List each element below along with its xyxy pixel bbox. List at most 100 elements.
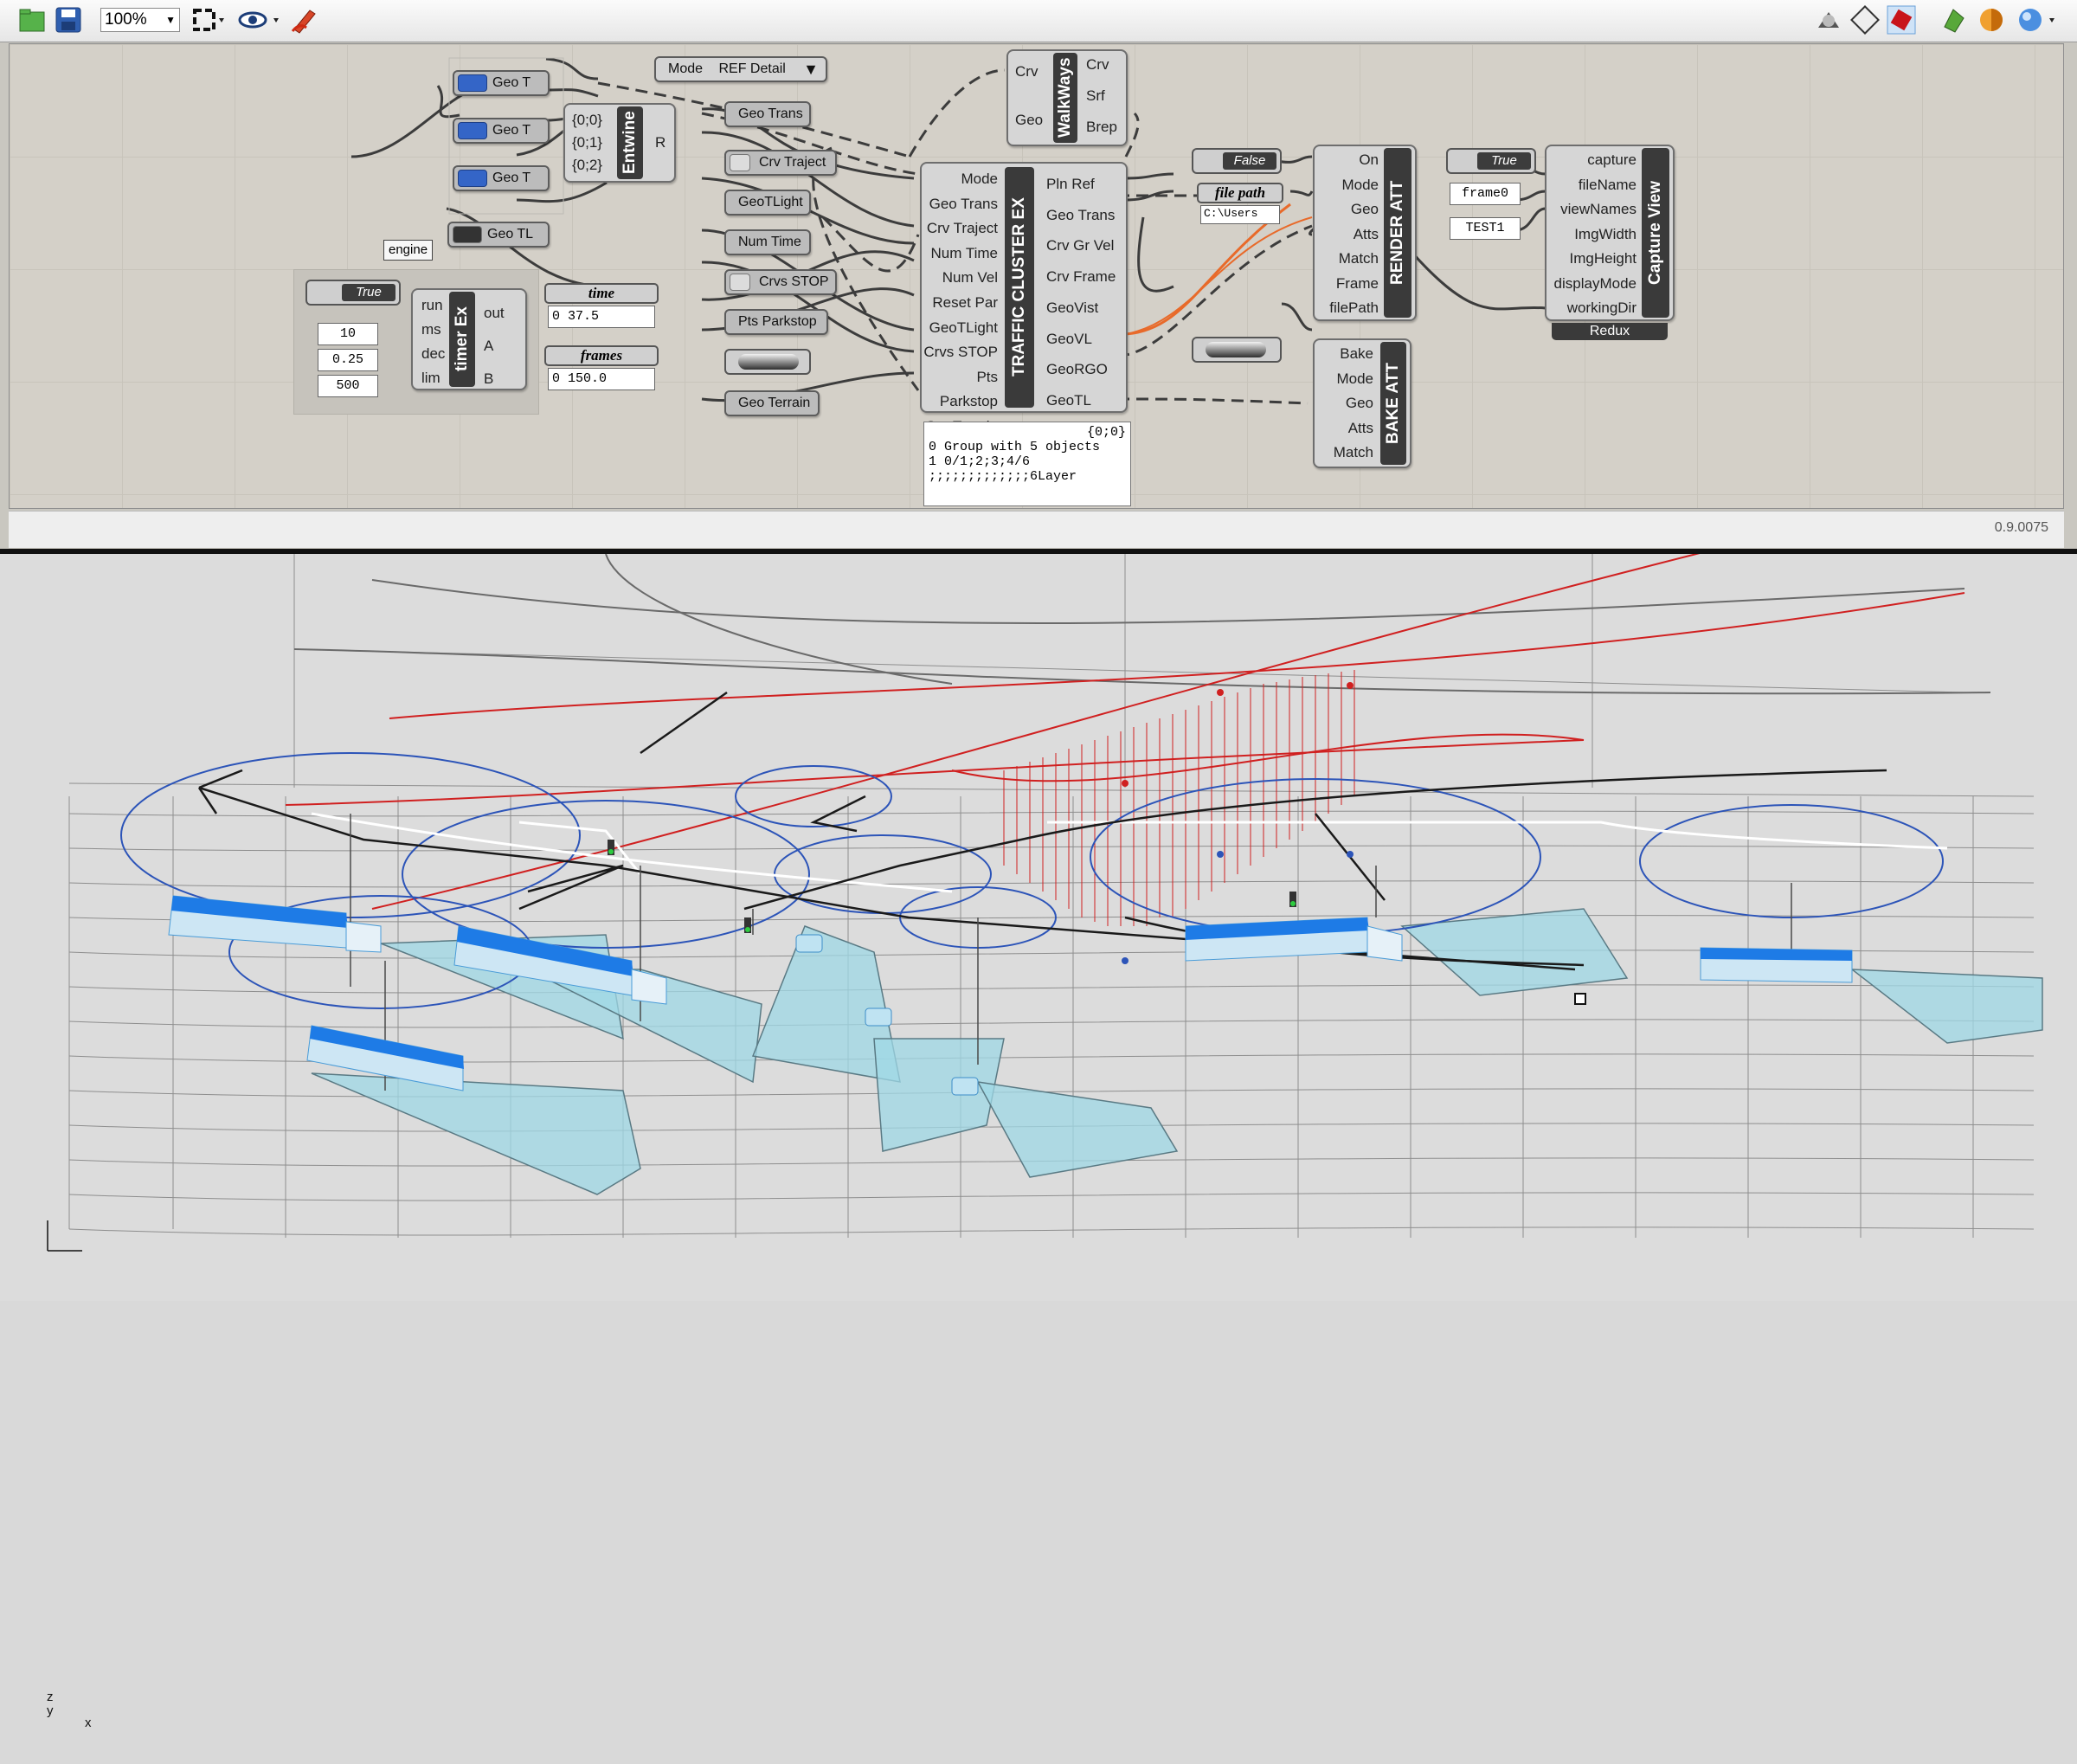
run-toggle[interactable]: True [305, 280, 401, 306]
render-input: Atts [1353, 225, 1379, 242]
param-label: Geo Terrain [738, 396, 811, 410]
entwine-input: {0;0} [572, 112, 602, 128]
timer-output: B [484, 370, 494, 387]
traffic-light-icon [453, 226, 482, 243]
geo-t-param-1[interactable]: Geo T [453, 70, 550, 96]
record-icon[interactable] [1887, 5, 1918, 36]
cluster-output: Pln Ref [1046, 176, 1095, 192]
road-curves [293, 554, 1991, 695]
entwine-output: R [655, 134, 666, 151]
entwine-title: Entwine [617, 106, 643, 179]
geo-trans-param[interactable]: Geo Trans [724, 101, 811, 127]
param-label: Geo Trans [738, 106, 803, 121]
capture-input: viewNames [1560, 201, 1637, 217]
engine-tooltip: engine [383, 240, 434, 261]
cluster-input: Num Time [930, 244, 998, 261]
walkways-output: Brep [1086, 119, 1117, 135]
zoom-extents-icon[interactable] [190, 5, 224, 36]
render-input: Mode [1341, 176, 1379, 193]
sketch-pen-icon[interactable] [289, 5, 320, 36]
axis-x-label: x [85, 1716, 92, 1730]
bake-att-component[interactable]: Bake Mode Geo Atts Match BAKE ATT [1313, 338, 1411, 468]
geo-terrain-param[interactable]: Geo Terrain [724, 390, 820, 416]
geo-t-param-3[interactable]: Geo T [453, 165, 550, 191]
panel-line: ;;;;;;;;;;;;;6Layer [929, 469, 1077, 484]
frame-name-panel[interactable]: frame0 [1450, 183, 1521, 205]
num-time-param[interactable]: Num Time [724, 229, 811, 255]
toggle-value: True [342, 284, 395, 301]
param-label: Geo T [492, 75, 531, 90]
dec-input[interactable]: 0.25 [318, 349, 378, 371]
capture-view-component[interactable]: capture fileName viewNames ImgWidth ImgH… [1545, 145, 1675, 321]
selection-point [1574, 993, 1586, 1005]
axes-gizmo [47, 1220, 82, 1252]
geo-t-param-2[interactable]: Geo T [453, 118, 550, 144]
button-knob [738, 354, 799, 370]
toggle-value: True [1477, 152, 1531, 170]
crvs-stop-param[interactable]: Crvs STOP [724, 269, 837, 295]
render-att-component[interactable]: On Mode Geo Atts Match Frame filePath RE… [1313, 145, 1417, 321]
frames-value[interactable]: 0 150.0 [548, 368, 655, 390]
grasshopper-canvas[interactable]: Geo T Geo T Geo T Geo TL {0;0} {0;1} {0;… [9, 43, 2064, 509]
preview-settings-icon[interactable] [1940, 5, 1971, 36]
entwine-component[interactable]: {0;0} {0;1} {0;2} Entwine R [563, 103, 676, 183]
geo-tl-param[interactable]: Geo TL [447, 222, 550, 248]
param-label: GeoTLight [738, 195, 803, 209]
capture-input: displayMode [1553, 274, 1637, 292]
pts-parkstop-param[interactable]: Pts Parkstop [724, 309, 828, 335]
file-path-value[interactable]: C:\Users [1200, 205, 1280, 224]
panel-header: {0;0} [1086, 425, 1126, 440]
cluster-input: Geo Trans [929, 195, 998, 212]
axis-z-label: z [47, 1690, 54, 1704]
traffic-cluster-component[interactable]: Mode Geo Trans Crv Traject Num Time Num … [920, 162, 1128, 435]
curve-icon [730, 274, 750, 291]
truck-4 [1185, 917, 1403, 962]
cluster-output: GeoVL [1046, 330, 1092, 347]
viewport-scene [47, 554, 2043, 1252]
param-label: Crv Traject [759, 155, 826, 170]
preview-eye-icon[interactable] [235, 5, 284, 36]
save-icon[interactable] [54, 5, 85, 36]
open-file-icon[interactable] [17, 5, 48, 36]
truck-5 [1700, 947, 1853, 983]
geo-tlight-param[interactable]: GeoTLight [724, 190, 811, 216]
true-toggle[interactable]: True [1446, 148, 1536, 174]
crv-traject-param[interactable]: Crv Traject [724, 150, 837, 176]
cluster-output: Crv Frame [1046, 268, 1116, 286]
bake-button[interactable] [1192, 337, 1282, 363]
test-name-panel[interactable]: TEST1 [1450, 217, 1521, 240]
capture-input: ImgHeight [1569, 250, 1637, 267]
reset-button[interactable] [724, 349, 811, 375]
bake-input: Mode [1336, 370, 1373, 387]
walkways-component[interactable]: Crv Geo WalkWays Crv Srf Brep [1006, 49, 1128, 146]
ms-input[interactable]: 10 [318, 323, 378, 345]
walkways-output: Srf [1086, 87, 1105, 104]
bake-input: Match [1333, 444, 1373, 460]
white-paths [311, 812, 1948, 893]
zoom-select[interactable]: 100% ▼ [100, 8, 180, 32]
render-sphere-icon[interactable] [2016, 5, 2060, 36]
button-knob [1206, 342, 1266, 357]
curve-icon [730, 154, 750, 171]
cluster-input: Pts Parkstop [939, 368, 998, 410]
mode-dropdown[interactable]: Mode REF Detail ▼ [654, 56, 827, 82]
timer-input: dec [421, 345, 446, 362]
rhino-viewport[interactable]: z y x [0, 554, 2077, 1730]
truck-1 [168, 895, 382, 953]
cluster-output: GeoTL [1046, 391, 1091, 409]
bake-icon[interactable] [1814, 5, 1845, 36]
timer-input: run [421, 297, 443, 313]
time-value[interactable]: 0 37.5 [548, 306, 655, 328]
false-toggle[interactable]: False [1192, 148, 1282, 174]
group-info-panel[interactable]: {0;0} 0 Group with 5 objects 1 0/1;2;3;4… [923, 422, 1131, 506]
shading-icon[interactable] [1977, 5, 2008, 36]
timer-ex-component[interactable]: run ms dec lim timer Ex out A B [411, 288, 527, 390]
cluster-icon[interactable] [1850, 5, 1881, 36]
statusbar: 0.9.0075 [9, 511, 2064, 548]
capture-input: workingDir [1566, 299, 1637, 316]
timer-input: lim [421, 370, 440, 386]
walkways-input: Crv [1015, 63, 1038, 80]
lim-input[interactable]: 500 [318, 375, 378, 397]
time-label: time [544, 283, 659, 304]
panel-line: 1 0/1;2;3;4/6 [929, 454, 1031, 469]
